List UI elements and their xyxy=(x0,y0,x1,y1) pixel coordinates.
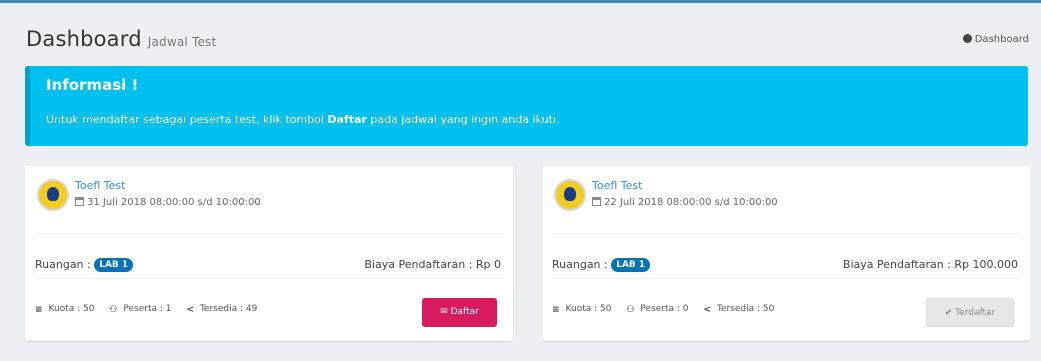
room-label: Ruangan : xyxy=(35,258,91,271)
calendar-icon xyxy=(592,197,601,206)
room-info: Ruangan : LAB 1 xyxy=(552,258,651,272)
schedule-card: Toefl Test 22 Juli 2018 08:00:00 s/d 10:… xyxy=(542,166,1030,341)
share-icon: < xyxy=(703,305,711,315)
database-icon: ≡ xyxy=(35,305,43,315)
test-name[interactable]: Toefl Test xyxy=(75,179,125,192)
info-text-bold: Daftar xyxy=(327,113,367,126)
info-text: Untuk mendaftar sebagai peserta test, kl… xyxy=(46,113,559,126)
top-accent-line xyxy=(0,0,1041,3)
divider xyxy=(35,278,503,279)
registered-button-label: Terdaftar xyxy=(955,308,996,318)
breadcrumb-label: Dashboard xyxy=(974,34,1029,45)
info-heading: Informasi ! xyxy=(46,76,139,94)
divider xyxy=(552,278,1020,279)
room-badge: LAB 1 xyxy=(611,258,651,272)
info-text-before: Untuk mendaftar sebagai peserta test, kl… xyxy=(46,113,328,126)
comments-icon: ✉ xyxy=(440,307,448,317)
test-date: 31 Juli 2018 08:00:00 s/d 10:00:00 xyxy=(75,197,261,208)
available-text: Tersedia : 50 xyxy=(716,304,775,314)
room-info: Ruangan : LAB 1 xyxy=(35,258,134,272)
users-icon: ⚇ xyxy=(109,305,118,315)
breadcrumb[interactable]: Dashboard xyxy=(962,34,1029,45)
page-subtitle: Jadwal Test xyxy=(147,35,217,49)
participants-text: Peserta : 1 xyxy=(123,304,172,314)
test-name[interactable]: Toefl Test xyxy=(592,179,642,192)
calendar-icon xyxy=(75,197,84,206)
room-badge: LAB 1 xyxy=(94,258,134,272)
register-button-label: Daftar xyxy=(450,307,479,317)
stats-row: ≡ Kuota : 50 ⚇ Peserta : 0 < Tersedia : 50 xyxy=(552,304,786,315)
institution-logo xyxy=(37,179,69,211)
check-icon: ✔ xyxy=(944,308,953,318)
users-icon: ⚇ xyxy=(626,305,635,315)
quota-text: Kuota : 50 xyxy=(48,304,95,314)
content-header: Dashboard Jadwal Test Dashboard xyxy=(14,10,1029,60)
available-text: Tersedia : 49 xyxy=(199,304,258,314)
registration-fee: Biaya Pendaftaran : Rp 100.000 xyxy=(842,258,1018,271)
registered-button[interactable]: ✔ Terdaftar xyxy=(926,298,1014,327)
dashboard-icon xyxy=(962,34,972,43)
divider xyxy=(35,233,503,234)
page-title-text: Dashboard xyxy=(26,27,142,51)
test-date-text: 22 Juli 2018 08:00:00 s/d 10:00:00 xyxy=(604,197,778,208)
database-icon: ≡ xyxy=(552,305,560,315)
room-label: Ruangan : xyxy=(552,258,608,271)
schedule-card: Toefl Test 31 Juli 2018 08:00:00 s/d 10:… xyxy=(25,166,513,341)
test-date-text: 31 Juli 2018 08:00:00 s/d 10:00:00 xyxy=(87,197,261,208)
registration-fee: Biaya Pendaftaran : Rp 0 xyxy=(364,258,501,271)
share-icon: < xyxy=(186,305,194,315)
register-button[interactable]: ✉ Daftar xyxy=(422,298,497,327)
test-date: 22 Juli 2018 08:00:00 s/d 10:00:00 xyxy=(592,197,778,208)
institution-logo xyxy=(554,179,586,211)
participants-text: Peserta : 0 xyxy=(640,304,689,314)
stats-row: ≡ Kuota : 50 ⚇ Peserta : 1 < Tersedia : 49 xyxy=(35,304,269,315)
page-title: Dashboard Jadwal Test xyxy=(26,27,216,51)
quota-text: Kuota : 50 xyxy=(565,304,612,314)
divider xyxy=(552,233,1020,234)
info-text-after: pada jadwal yang ingin anda ikuti. xyxy=(366,113,560,126)
info-callout: Informasi ! Untuk mendaftar sebagai pese… xyxy=(25,66,1028,146)
